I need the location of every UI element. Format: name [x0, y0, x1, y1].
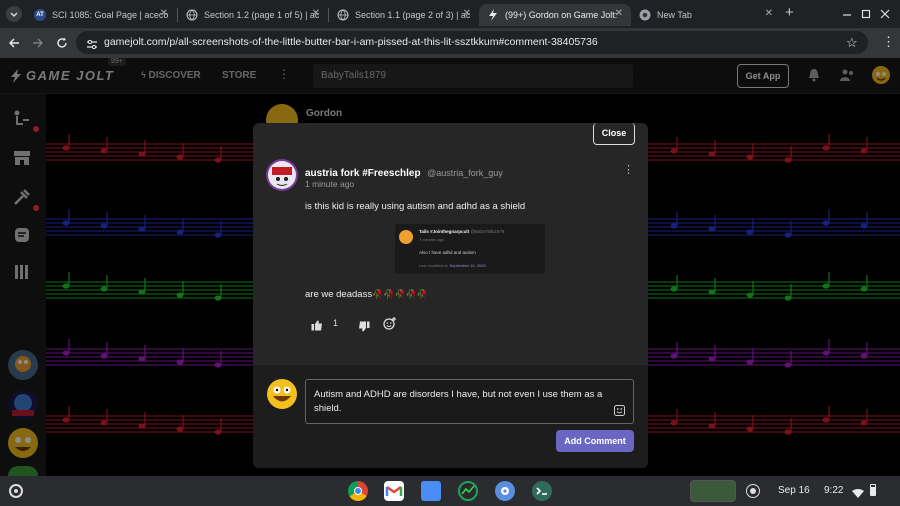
chevron-down-icon — [10, 12, 18, 17]
like-count: 1 — [333, 318, 339, 328]
close-tab-icon[interactable]: ✕ — [765, 8, 773, 19]
reply-textarea[interactable]: Autism and ADHD are disorders I have, bu… — [305, 379, 634, 424]
embed-name: Tails #Jointhegnarpcult — [419, 229, 470, 234]
current-user-avatar — [267, 379, 297, 409]
new-tab-button[interactable]: + — [785, 4, 794, 21]
bookmark-star-icon[interactable]: ☆ — [846, 35, 858, 51]
tab-strip: AT SCI 1085: Goal Page | aceco ✕ Section… — [0, 0, 900, 28]
reload-button[interactable] — [56, 36, 68, 54]
commenter-avatar[interactable] — [266, 159, 298, 191]
embed-header: Tails #Jointhegnarpcult @BabyTails1879 — [419, 229, 504, 234]
screen-capture-icon[interactable] — [746, 484, 760, 498]
site-info-icon[interactable] — [86, 37, 98, 55]
tab-title: SCI 1085: Goal Page | aceco — [52, 10, 169, 20]
close-button[interactable]: Close — [593, 123, 635, 145]
minimize-icon — [843, 14, 851, 16]
maximize-icon — [861, 9, 871, 19]
add-comment-label: Add Comment — [564, 436, 626, 446]
arrow-right-icon — [33, 38, 43, 48]
settings-app-icon[interactable] — [495, 481, 515, 501]
emoji-add-icon — [383, 317, 396, 330]
comment-author-name[interactable]: austria fork #Freeschlep — [305, 168, 421, 179]
wilted-rose-emojis: 🥀🥀🥀🥀🥀 — [372, 289, 429, 299]
embed-time: 7 minutes ago — [419, 237, 445, 242]
dislike-button[interactable] — [358, 319, 370, 337]
close-tab-icon[interactable]: ✕ — [463, 8, 471, 19]
tab-gordon-gamejolt[interactable]: (99+) Gordon on Game Jolt: ✕ — [479, 4, 631, 26]
url-text: gamejolt.com/p/all-screenshots-of-the-li… — [104, 36, 598, 48]
embed-body: Also I have adhd and autism — [419, 250, 476, 255]
gamejolt-icon — [487, 9, 499, 21]
launcher-button[interactable] — [9, 484, 23, 498]
embed-handle: @BabyTails1879 — [470, 229, 505, 234]
system-date[interactable]: Sep 16 — [778, 485, 810, 496]
stocks-app-icon[interactable] — [458, 481, 478, 501]
terminal-app-icon[interactable] — [532, 481, 552, 501]
forward-button[interactable] — [32, 36, 44, 54]
comment-text-2-words: are we deadass — [305, 289, 373, 300]
tab-search-button[interactable] — [6, 6, 22, 22]
maximize-button[interactable] — [861, 6, 871, 19]
reply-area: Autism and ADHD are disorders I have, bu… — [253, 365, 648, 468]
close-tab-icon[interactable]: ✕ — [312, 8, 320, 19]
embed-modified: Last modified on September 16, 2025 — [419, 263, 486, 268]
browser-menu-icon[interactable]: ⋮ — [882, 34, 895, 50]
like-button[interactable] — [311, 318, 323, 336]
arrow-left-icon — [9, 38, 19, 48]
embed-avatar — [399, 230, 413, 244]
browser-toolbar: gamejolt.com/p/all-screenshots-of-the-li… — [0, 28, 900, 58]
comment-timestamp[interactable]: 1 minute ago — [305, 179, 354, 189]
close-window-button[interactable] — [880, 6, 890, 19]
embed-modified-date: September 16, 2025 — [449, 263, 486, 268]
close-tab-icon[interactable]: ✕ — [615, 8, 623, 19]
aceco-favicon-icon: AT — [34, 9, 46, 21]
globe-icon — [186, 9, 198, 21]
back-button[interactable] — [8, 36, 20, 54]
close-icon — [880, 9, 890, 19]
add-reaction-button[interactable] — [383, 317, 396, 335]
chrome-app-icon[interactable] — [348, 481, 368, 501]
minimize-button[interactable] — [842, 6, 852, 16]
emoji-picker-icon[interactable] — [614, 403, 625, 421]
comment-embedded-screenshot[interactable]: Tails #Jointhegnarpcult @BabyTails1879 7… — [395, 224, 545, 274]
system-time[interactable]: 9:22 — [824, 485, 843, 496]
close-tab-icon[interactable]: ✕ — [160, 8, 168, 19]
reply-text: Autism and ADHD are disorders I have, bu… — [314, 389, 603, 414]
close-label: Close — [601, 128, 627, 138]
battery-icon[interactable] — [870, 484, 876, 496]
globe-icon — [337, 9, 349, 21]
files-app-icon[interactable] — [421, 481, 441, 501]
address-bar[interactable]: gamejolt.com/p/all-screenshots-of-the-li… — [76, 31, 868, 54]
tab-sci1085[interactable]: AT SCI 1085: Goal Page | aceco ✕ — [26, 4, 176, 26]
chrome-icon — [639, 9, 651, 21]
tab-title: Section 1.2 (page 1 of 5) | ac — [204, 10, 320, 20]
tab-section-1-1[interactable]: Section 1.1 (page 2 of 3) | ac ✕ — [329, 4, 479, 26]
tab-title: New Tab — [657, 10, 692, 20]
wifi-icon[interactable] — [852, 486, 864, 504]
comment-modal: Close austria fork #Freeschlep @austria_… — [253, 123, 648, 468]
os-shelf: Sep 16 9:22 — [0, 476, 900, 506]
add-comment-button[interactable]: Add Comment — [556, 430, 634, 452]
thumbs-up-icon — [311, 320, 322, 331]
tab-section-1-2[interactable]: Section 1.2 (page 1 of 5) | ac ✕ — [178, 4, 328, 26]
holding-space-thumbnail[interactable] — [690, 480, 736, 502]
tab-title: Section 1.1 (page 2 of 3) | ac — [355, 10, 471, 20]
comment-text: is this kid is really using autism and a… — [305, 201, 526, 212]
comment-options-icon[interactable]: ⋮ — [623, 163, 634, 176]
comment-text-2: are we deadass🥀🥀🥀🥀🥀 — [305, 289, 428, 300]
reload-icon — [57, 37, 67, 48]
comment-author-handle[interactable]: @austria_fork_guy — [427, 168, 503, 178]
thumbs-down-icon — [359, 321, 370, 332]
tab-new-tab[interactable]: New Tab ✕ — [631, 4, 781, 26]
tab-title: (99+) Gordon on Game Jolt: — [505, 10, 618, 20]
gmail-app-icon[interactable] — [384, 481, 404, 501]
embed-modified-label: Last modified on — [419, 263, 449, 268]
